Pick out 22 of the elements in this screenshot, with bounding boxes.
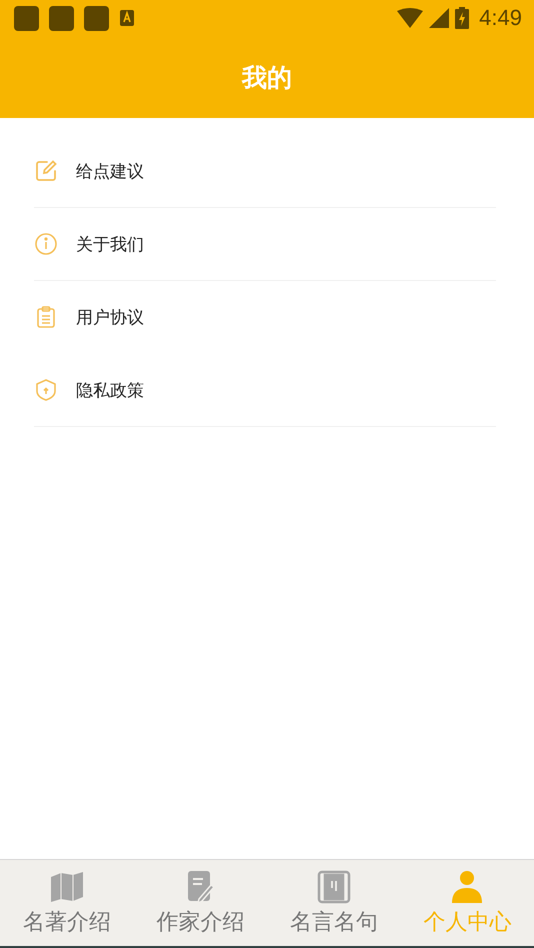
notification-icon <box>84 6 109 30</box>
notification-icon <box>49 6 74 30</box>
keyboard-icon <box>119 9 135 27</box>
clipboard-icon <box>34 305 58 329</box>
menu-item[interactable]: 给点建议 <box>34 135 496 208</box>
notification-icon <box>14 6 39 30</box>
signal-icon <box>429 8 450 28</box>
page-title: 我的 <box>242 62 292 94</box>
battery-charging-icon <box>455 7 470 29</box>
scroll-icon <box>316 869 352 905</box>
tab[interactable]: 名言名句 <box>267 860 400 946</box>
menu-item[interactable]: 隐私政策 <box>34 354 496 427</box>
map-icon <box>48 869 85 905</box>
clock: 4:49 <box>479 5 522 31</box>
shield-icon <box>34 378 58 402</box>
tab[interactable]: 名著介绍 <box>0 860 134 946</box>
tab[interactable]: 作家介绍 <box>134 860 267 946</box>
edit-icon <box>34 159 58 183</box>
wifi-icon <box>397 8 424 28</box>
info-icon <box>34 232 58 256</box>
menu-item[interactable]: 关于我们 <box>34 208 496 281</box>
menu-item[interactable]: 用户协议 <box>34 281 496 354</box>
